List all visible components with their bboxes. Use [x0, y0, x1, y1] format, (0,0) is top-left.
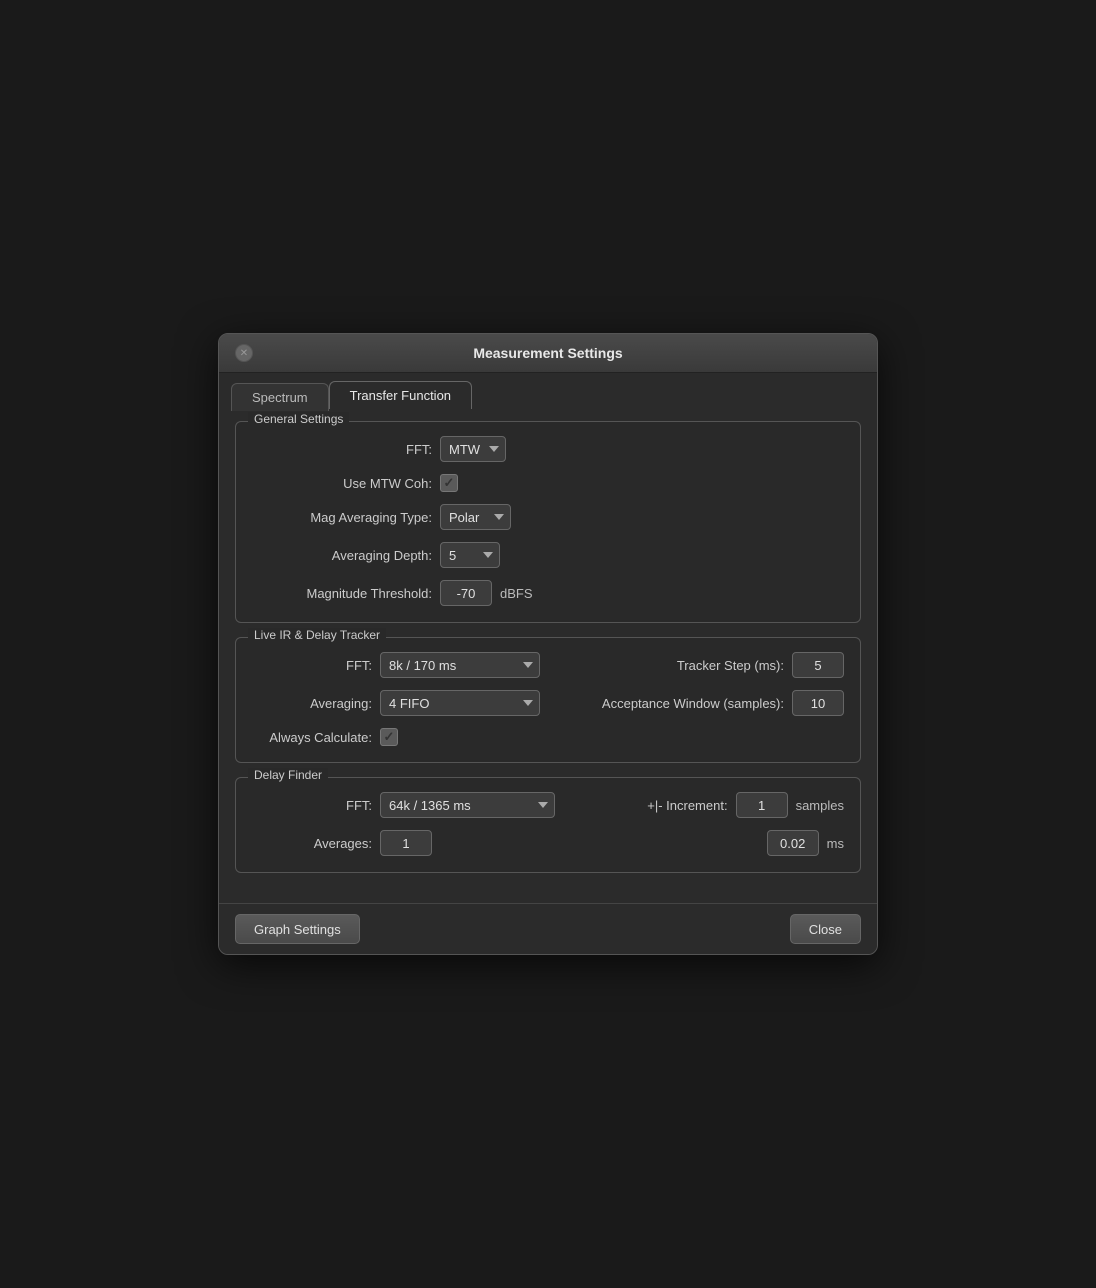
delay-fft-select[interactable]: 8k / 170 ms 16k / 340 ms 32k / 680 ms 64…	[380, 792, 555, 818]
averages-row: Averages: ms	[252, 830, 844, 856]
general-settings-title: General Settings	[248, 412, 349, 426]
mag-threshold-input[interactable]	[440, 580, 492, 606]
always-calculate-row: Always Calculate:	[252, 728, 844, 746]
ms-input[interactable]	[767, 830, 819, 856]
increment-label: +|- Increment:	[647, 798, 727, 813]
delay-fft-row: FFT: 8k / 170 ms 16k / 340 ms 32k / 680 …	[252, 792, 844, 818]
use-mtw-coh-label: Use MTW Coh:	[252, 476, 432, 491]
avg-depth-row: Averaging Depth: 1234 5816	[252, 542, 844, 568]
always-calculate-label: Always Calculate:	[252, 730, 372, 745]
footer: Graph Settings Close	[219, 903, 877, 954]
fft-select[interactable]: MTW FFT LTD	[440, 436, 506, 462]
ms-unit: ms	[827, 836, 844, 851]
main-content: General Settings FFT: MTW FFT LTD Use MT…	[219, 409, 877, 903]
live-averaging-row: Averaging: 1 FIFO 2 FIFO 4 FIFO 8 FIFO 1…	[252, 690, 844, 716]
use-mtw-coh-checkbox[interactable]	[440, 474, 458, 492]
tab-spectrum[interactable]: Spectrum	[231, 383, 329, 411]
tracker-step-input[interactable]	[792, 652, 844, 678]
mag-avg-type-select[interactable]: Polar Linear Log	[440, 504, 511, 530]
live-fft-row: FFT: 4k / 85 ms 8k / 170 ms 16k / 340 ms…	[252, 652, 844, 678]
measurement-settings-window: Measurement Settings Spectrum Transfer F…	[218, 333, 878, 955]
fft-label: FFT:	[252, 442, 432, 457]
general-settings-section: General Settings FFT: MTW FFT LTD Use MT…	[235, 421, 861, 623]
averages-label: Averages:	[252, 836, 372, 851]
mag-avg-type-row: Mag Averaging Type: Polar Linear Log	[252, 504, 844, 530]
use-mtw-coh-row: Use MTW Coh:	[252, 474, 844, 492]
averaging-select[interactable]: 1 FIFO 2 FIFO 4 FIFO 8 FIFO 16 FIFO	[380, 690, 540, 716]
avg-depth-label: Averaging Depth:	[252, 548, 432, 563]
increment-unit: samples	[796, 798, 844, 813]
always-calculate-checkbox[interactable]	[380, 728, 398, 746]
graph-settings-button[interactable]: Graph Settings	[235, 914, 360, 944]
delay-finder-section: Delay Finder FFT: 8k / 170 ms 16k / 340 …	[235, 777, 861, 873]
close-button[interactable]: Close	[790, 914, 861, 944]
close-icon[interactable]	[235, 344, 253, 362]
delay-finder-title: Delay Finder	[248, 768, 328, 782]
mag-threshold-row: Magnitude Threshold: dBFS	[252, 580, 844, 606]
tab-transfer-function[interactable]: Transfer Function	[329, 381, 472, 409]
delay-fft-label: FFT:	[252, 798, 372, 813]
acceptance-window-input[interactable]	[792, 690, 844, 716]
mag-threshold-label: Magnitude Threshold:	[252, 586, 432, 601]
titlebar: Measurement Settings	[219, 334, 877, 373]
live-ir-section: Live IR & Delay Tracker FFT: 4k / 85 ms …	[235, 637, 861, 763]
increment-input[interactable]	[736, 792, 788, 818]
averages-input[interactable]	[380, 830, 432, 856]
mag-avg-type-label: Mag Averaging Type:	[252, 510, 432, 525]
mag-threshold-unit: dBFS	[500, 586, 533, 601]
tracker-step-label: Tracker Step (ms):	[677, 658, 784, 673]
acceptance-window-label: Acceptance Window (samples):	[602, 696, 784, 711]
window-title: Measurement Settings	[473, 345, 622, 361]
tabs-bar: Spectrum Transfer Function	[219, 373, 877, 409]
fft-row: FFT: MTW FFT LTD	[252, 436, 844, 462]
live-ir-title: Live IR & Delay Tracker	[248, 628, 386, 642]
averaging-label: Averaging:	[252, 696, 372, 711]
avg-depth-select[interactable]: 1234 5816	[440, 542, 500, 568]
live-fft-select[interactable]: 4k / 85 ms 8k / 170 ms 16k / 340 ms 32k …	[380, 652, 540, 678]
live-fft-label: FFT:	[252, 658, 372, 673]
